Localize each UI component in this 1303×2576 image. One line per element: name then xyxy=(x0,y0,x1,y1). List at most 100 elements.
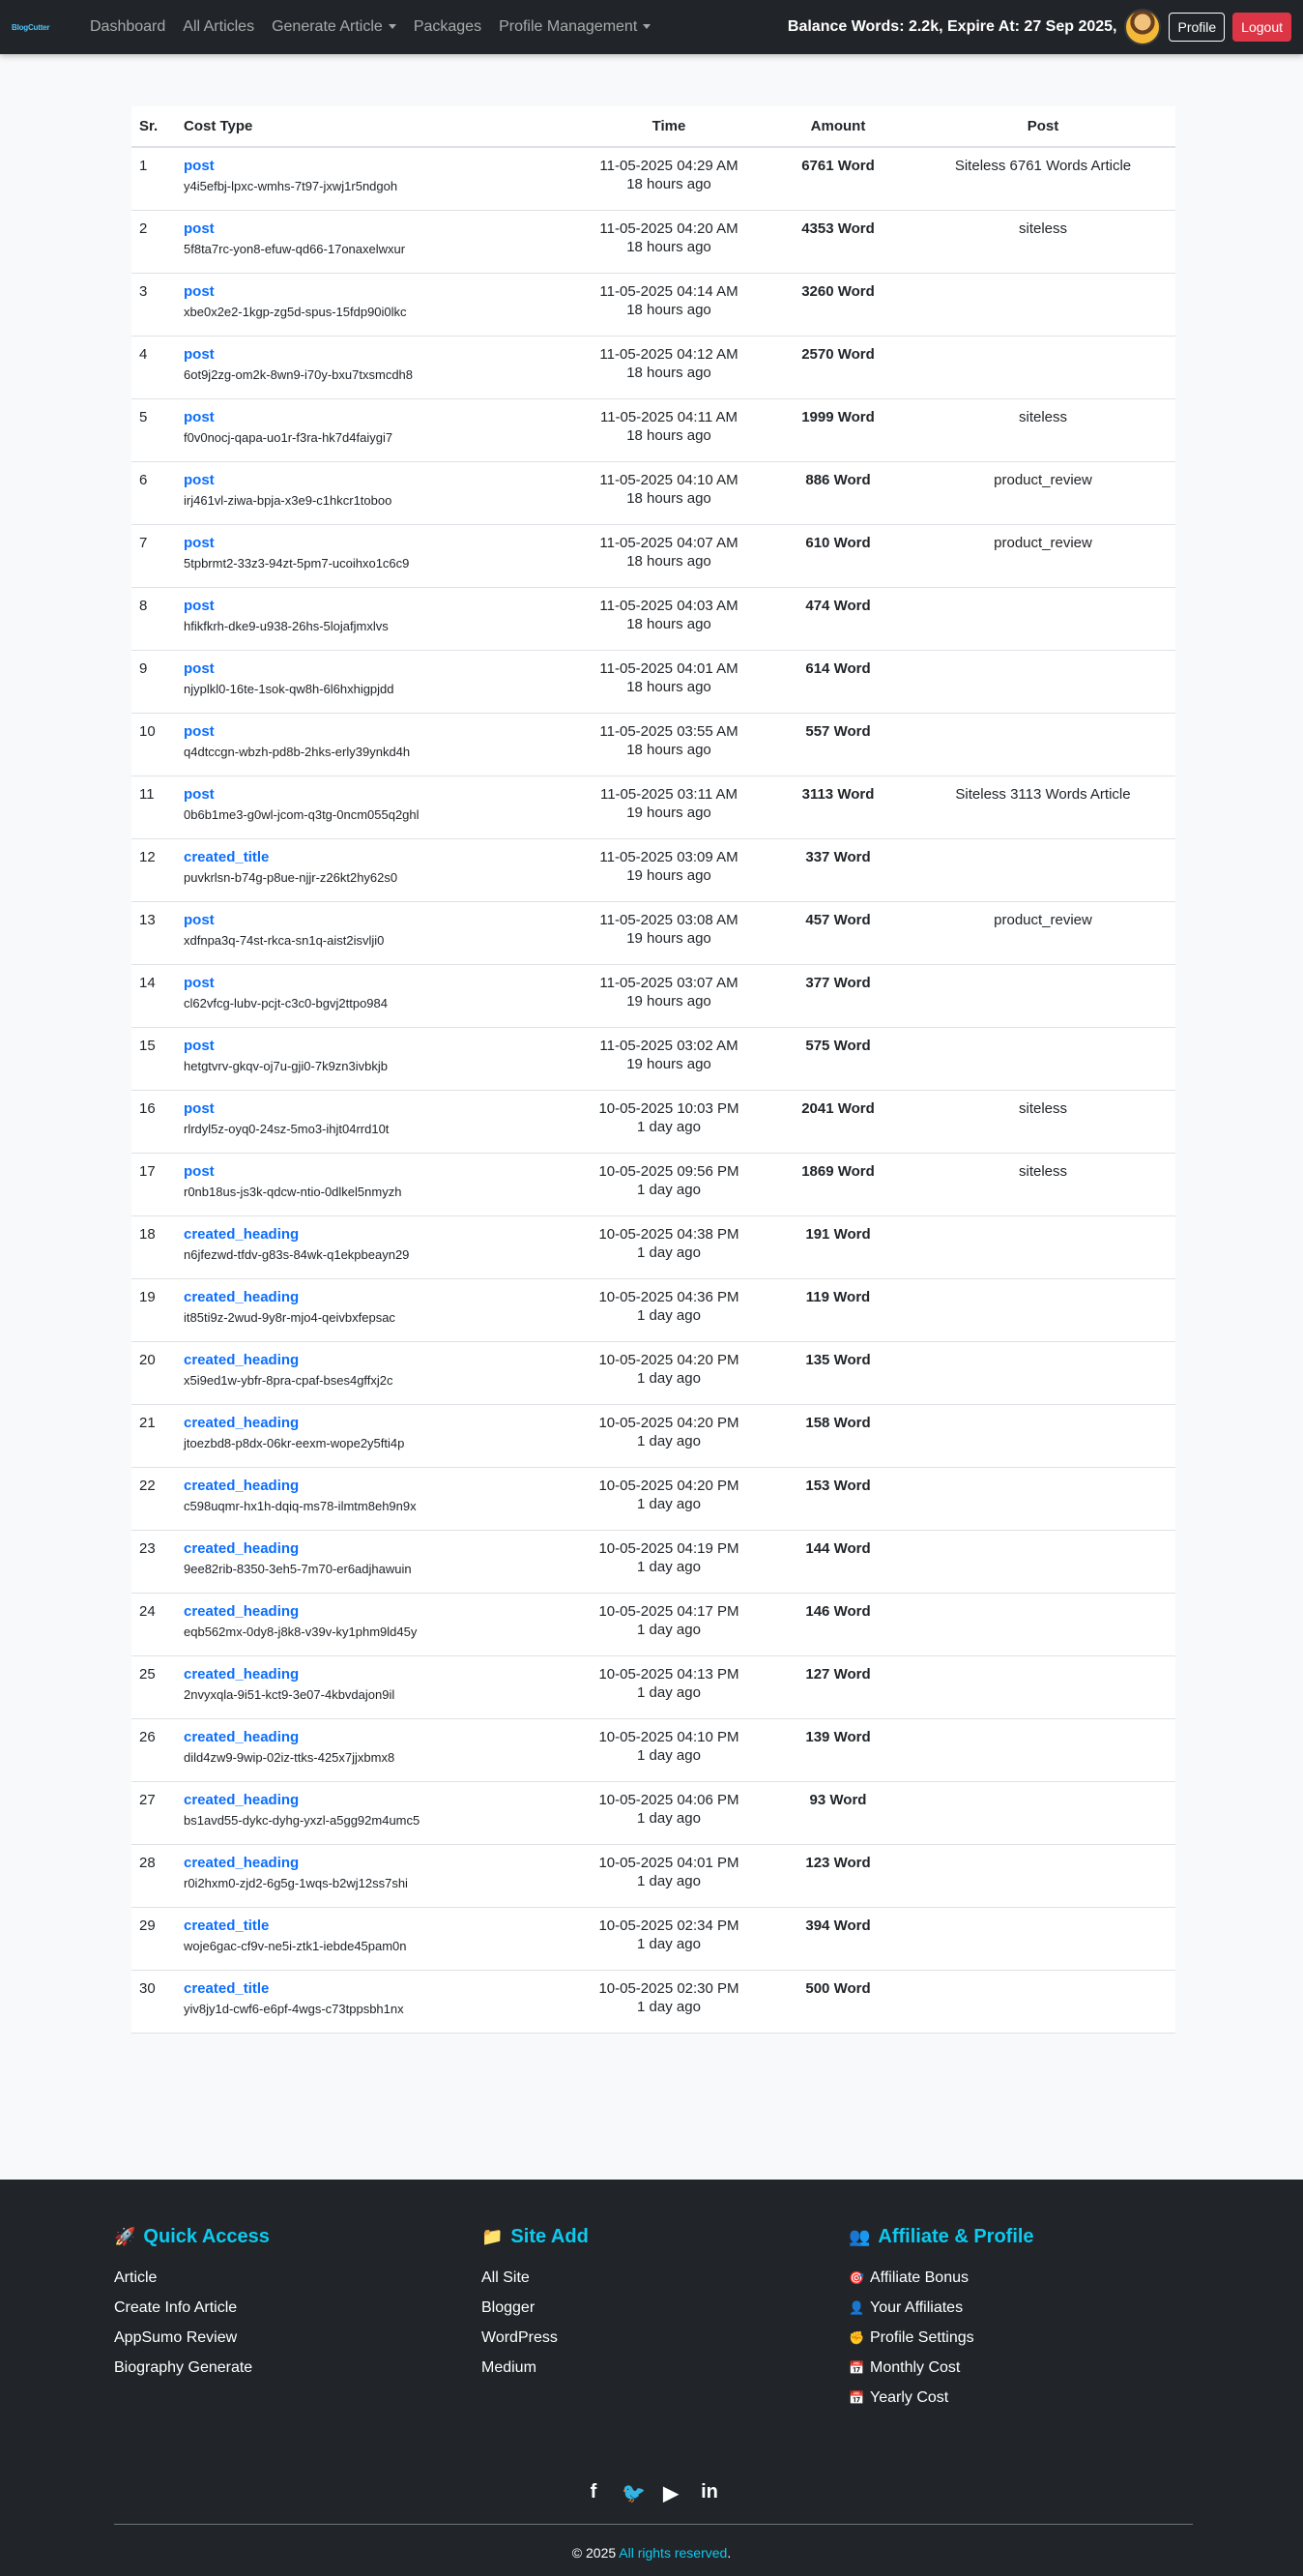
table-row: 4 post 6ot9j2zg-om2k-8wn9-i70y-bxu7txsmcdh… xyxy=(131,336,1175,398)
cost-type-link[interactable]: created_heading xyxy=(184,1603,572,1620)
cost-type-link[interactable]: created_title xyxy=(184,849,572,865)
cost-type-link[interactable]: post xyxy=(184,346,572,363)
cost-type-link[interactable]: post xyxy=(184,1163,572,1180)
time-value: 11-05-2025 04:20 AM xyxy=(599,220,738,237)
nav-right: Balance Words: 2.2k, Expire At: 27 Sep 2… xyxy=(788,9,1291,45)
footer-column-title: 👥 Affiliate & Profile xyxy=(849,2226,1216,2248)
social-links: f 🐦 ▶ in xyxy=(0,2481,1303,2505)
cost-type-link[interactable]: post xyxy=(184,220,572,237)
footer-link-create-info-article[interactable]: Create Info Article xyxy=(114,2299,481,2317)
cost-type-link[interactable]: post xyxy=(184,283,572,300)
time-value: 10-05-2025 10:03 PM xyxy=(598,1099,739,1117)
youtube-icon[interactable]: ▶ xyxy=(660,2481,681,2505)
time-value: 11-05-2025 03:09 AM xyxy=(599,848,738,865)
nav-link-packages[interactable]: Packages xyxy=(405,18,490,36)
profile-button[interactable]: Profile xyxy=(1169,13,1226,42)
cost-type-link[interactable]: post xyxy=(184,598,572,614)
time-ago: 18 hours ago xyxy=(626,426,711,444)
footer-link-all-site[interactable]: All Site xyxy=(481,2269,849,2287)
amount-value: 1869 Word xyxy=(801,1162,875,1180)
row-amount: 610 Word xyxy=(766,524,911,587)
cost-type-link[interactable]: created_heading xyxy=(184,1792,572,1808)
table-row: 29 created_title woje6gac-cf9v-ne5i-ztk1-i… xyxy=(131,1907,1175,1970)
row-time: 11-05-2025 04:10 AM 18 hours ago xyxy=(572,461,766,524)
footer-link-list: 🎯 Affiliate Bonus 👤 Your Affiliates ✊ Profile… xyxy=(849,2269,1216,2407)
footer-link-biography-generate[interactable]: Biography Generate xyxy=(114,2359,481,2377)
cost-type-link[interactable]: created_title xyxy=(184,1917,572,1934)
footer-link-label: Yearly Cost xyxy=(870,2389,949,2406)
cost-type-link[interactable]: post xyxy=(184,1100,572,1117)
footer-link-profile-settings[interactable]: ✊ Profile Settings xyxy=(849,2329,1216,2347)
row-sr: 30 xyxy=(139,1979,156,1997)
footer-link-your-affiliates[interactable]: 👤 Your Affiliates xyxy=(849,2299,1216,2317)
cost-type-link[interactable]: created_heading xyxy=(184,1478,572,1494)
cost-type-link[interactable]: post xyxy=(184,786,572,803)
footer-link-wordpress[interactable]: WordPress xyxy=(481,2329,849,2347)
time-ago: 1 day ago xyxy=(637,1181,701,1198)
target-icon: 🎯 xyxy=(849,2270,865,2285)
time-ago: 18 hours ago xyxy=(626,489,711,507)
cost-type-link[interactable]: post xyxy=(184,723,572,740)
time-value: 10-05-2025 04:36 PM xyxy=(598,1288,739,1305)
footer-link-article[interactable]: Article xyxy=(114,2269,481,2287)
cost-type-link[interactable]: created_heading xyxy=(184,1540,572,1557)
cost-id: 9ee82rib-8350-3eh5-7m70-er6adjhawuin xyxy=(184,1561,412,1576)
facebook-icon[interactable]: f xyxy=(583,2481,604,2505)
nav-link-generate-article[interactable]: Generate Article xyxy=(263,18,405,36)
row-sr: 1 xyxy=(139,158,148,174)
table-header: Sr. Cost Type Time Amount Post xyxy=(131,106,1175,148)
cost-type-link[interactable]: post xyxy=(184,975,572,991)
amount-value: 153 Word xyxy=(805,1477,871,1494)
row-post xyxy=(911,587,1175,650)
row-sr: 8 xyxy=(139,597,148,614)
table-row: 24 created_heading eqb562mx-0dy8-j8k8-v39v… xyxy=(131,1593,1175,1655)
row-sr: 24 xyxy=(139,1602,156,1620)
cost-type-link[interactable]: created_heading xyxy=(184,1855,572,1871)
cost-type-link[interactable]: post xyxy=(184,472,572,488)
person-icon: 👤 xyxy=(849,2300,865,2315)
row-post xyxy=(911,1215,1175,1278)
cost-type-link[interactable]: post xyxy=(184,409,572,425)
logout-button[interactable]: Logout xyxy=(1232,13,1291,42)
table-row: 25 created_heading 2nvyxqla-9i51-kct9-3e07… xyxy=(131,1655,1175,1718)
cost-type-link[interactable]: created_heading xyxy=(184,1729,572,1745)
cost-id: woje6gac-cf9v-ne5i-ztk1-iebde45pam0n xyxy=(184,1938,407,1953)
time-value: 11-05-2025 03:55 AM xyxy=(599,722,738,740)
cost-type-link[interactable]: post xyxy=(184,158,572,174)
row-sr: 6 xyxy=(139,471,148,488)
footer-link-blogger[interactable]: Blogger xyxy=(481,2299,849,2317)
row-time: 10-05-2025 04:20 PM 1 day ago xyxy=(572,1467,766,1530)
linkedin-icon[interactable]: in xyxy=(699,2481,720,2505)
cost-type-link[interactable]: post xyxy=(184,660,572,677)
cost-type-link[interactable]: created_title xyxy=(184,1980,572,1997)
row-post: siteless xyxy=(1018,1162,1068,1180)
cost-type-link[interactable]: created_heading xyxy=(184,1415,572,1431)
cost-type-link[interactable]: post xyxy=(184,912,572,928)
row-cost-type: created_heading eqb562mx-0dy8-j8k8-v39v-k… xyxy=(176,1593,572,1655)
row-amount: 474 Word xyxy=(766,587,911,650)
footer-link-appsumo-review[interactable]: AppSumo Review xyxy=(114,2329,481,2347)
nav-link-profile-management[interactable]: Profile Management xyxy=(490,18,659,36)
brand-logo[interactable]: BlogCutter xyxy=(12,23,70,32)
footer-link-yearly-cost[interactable]: 📅 Yearly Cost xyxy=(849,2389,1216,2407)
cost-type-link[interactable]: created_heading xyxy=(184,1226,572,1243)
table-row: 9 post njyplkl0-16te-1sok-qw8h-6l6hxhigpjd… xyxy=(131,650,1175,713)
amount-value: 394 Word xyxy=(805,1917,871,1934)
time-ago: 18 hours ago xyxy=(626,238,711,255)
cost-type-link[interactable]: created_heading xyxy=(184,1289,572,1305)
footer-link-medium[interactable]: Medium xyxy=(481,2359,849,2377)
calendar-icon: 📅 xyxy=(849,2390,865,2405)
footer-link-monthly-cost[interactable]: 📅 Monthly Cost xyxy=(849,2359,1216,2377)
twitter-icon[interactable]: 🐦 xyxy=(622,2481,646,2505)
cost-type-link[interactable]: created_heading xyxy=(184,1352,572,1368)
avatar[interactable] xyxy=(1124,9,1162,45)
row-post xyxy=(911,1530,1175,1593)
cost-type-link[interactable]: post xyxy=(184,1038,572,1054)
nav-link-dashboard[interactable]: Dashboard xyxy=(81,18,174,36)
nav-link-all-articles[interactable]: All Articles xyxy=(174,18,263,36)
amount-value: 139 Word xyxy=(805,1728,871,1745)
footer-link-affiliate-bonus[interactable]: 🎯 Affiliate Bonus xyxy=(849,2269,1216,2287)
cost-type-link[interactable]: post xyxy=(184,535,572,551)
nav-link-label: Generate Article xyxy=(272,18,383,35)
cost-type-link[interactable]: created_heading xyxy=(184,1666,572,1683)
